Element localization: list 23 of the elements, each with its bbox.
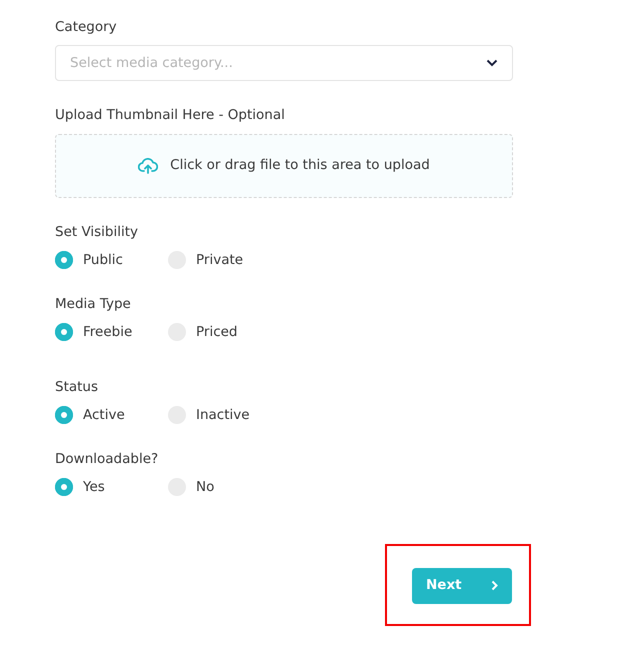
radio-option[interactable]: Private [168, 250, 281, 270]
radio-button[interactable] [55, 250, 73, 269]
radio-option[interactable]: Inactive [168, 404, 281, 425]
radio-option[interactable]: Yes [55, 477, 168, 498]
category-select[interactable]: Select media category... [55, 45, 513, 82]
group-label: Downloadable? [55, 450, 158, 469]
upload-dropzone[interactable]: Click or drag file to this area to upload [55, 134, 513, 198]
cloud-upload-icon [138, 158, 158, 174]
radio-option[interactable]: Priced [168, 322, 281, 342]
field-label: Upload Thumbnail Here - Optional [55, 106, 285, 126]
field-label: Category [55, 18, 117, 37]
radio-button[interactable] [55, 323, 73, 342]
group-label: Set Visibility [55, 222, 138, 242]
chevron-right-icon [491, 580, 498, 591]
radio-button[interactable] [55, 478, 73, 496]
radio-option[interactable]: Public [55, 250, 168, 270]
chevron-down-icon [486, 59, 498, 68]
radio-option[interactable]: No [168, 477, 281, 498]
radio-button[interactable] [55, 406, 73, 424]
group-label: Media Type [55, 295, 131, 314]
radio-option[interactable]: Active [55, 404, 168, 425]
radio-option[interactable]: Freebie [55, 322, 168, 342]
group-label: Status [55, 378, 98, 396]
